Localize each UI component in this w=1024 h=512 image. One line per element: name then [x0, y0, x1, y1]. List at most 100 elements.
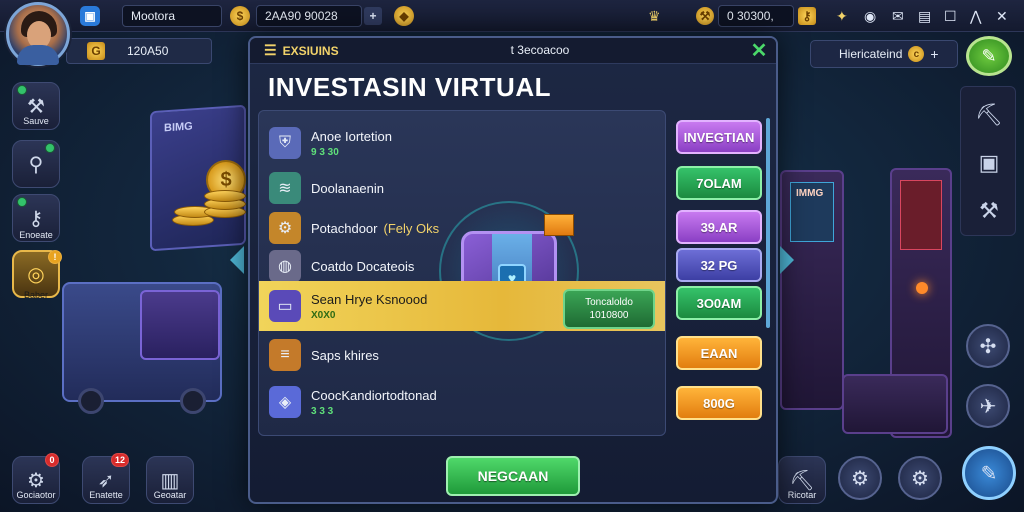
tab-sessions[interactable]: ☰ EXSIUINS [264, 42, 339, 59]
player-name: Mootora [122, 4, 222, 28]
trophy-button[interactable]: ♛ [648, 4, 664, 28]
list-item[interactable]: ≋ Doolanaenin [259, 171, 665, 205]
key-icon[interactable]: ⚷ [798, 7, 816, 25]
globe-icon: ◉ [864, 8, 877, 24]
window-icon: ▤ [918, 8, 932, 24]
gems-display: ⚒ 0 30300, ⚷ [696, 4, 816, 28]
key-icon: ⚷ [28, 207, 44, 230]
right-sidebar: ⛏ ▣ ⚒ [960, 86, 1016, 236]
server-label: IMMG [796, 188, 824, 199]
build-button[interactable]: ⚒ [969, 191, 1009, 231]
investment-modal: ☰ EXSIUINS t 3ecoacoo ✕ INVESTASIN VIRTU… [248, 36, 778, 504]
mining-button[interactable]: ⛏ [969, 95, 1009, 135]
item-value: 9 3 30 [311, 146, 339, 158]
price-button[interactable]: 7OLAM [676, 166, 762, 200]
gold-coin-icon: $ [230, 6, 250, 26]
status-dot [45, 143, 55, 153]
price-button[interactable]: 32 PG [676, 248, 762, 282]
player-avatar[interactable] [6, 2, 70, 66]
tools-button[interactable]: ⚙ [898, 456, 942, 500]
menu-icon: ☰ [264, 42, 277, 58]
main-action-button[interactable]: ✎ [962, 446, 1016, 500]
close-app-button[interactable]: ✕ [996, 4, 1012, 28]
globe-button[interactable]: ◉ [864, 4, 880, 28]
item-name: Potachdoor [311, 220, 378, 236]
pickaxe-icon: ⛏ [975, 102, 1003, 127]
hierarchy-label: Hiericateind [839, 47, 903, 61]
puzzle-button[interactable]: ✣ [966, 324, 1010, 368]
shield-icon: ⛨ [269, 127, 301, 159]
sidebar-label: Enoeate [19, 230, 53, 240]
mail-button[interactable]: ✉ [892, 4, 908, 28]
token-button[interactable]: ◆ [394, 4, 414, 28]
gift-icon: ✦ [836, 8, 848, 24]
status-dot [17, 85, 27, 95]
signal-button[interactable]: ⋀ [970, 4, 986, 28]
briefcase-button[interactable]: ▣ [969, 143, 1009, 183]
token-icon: ◆ [394, 6, 414, 26]
player-name-text: Mootora [131, 9, 176, 23]
mail-icon: ✉ [892, 8, 904, 24]
confirm-button[interactable]: NEGCAAN [446, 456, 580, 496]
tab-label: EXSIUINS [282, 43, 339, 58]
list-item[interactable]: ◍ Coatdo Docateois [259, 249, 665, 283]
level-display: G 120A50 [66, 38, 212, 64]
list-item-selected[interactable]: ▭ Sean Hrye Ksnoood X0X0 Toncaloldo 1010… [259, 281, 665, 331]
previous-arrow[interactable] [230, 246, 244, 274]
rocket-icon: ➶ [97, 469, 115, 492]
price-button[interactable]: 39.AR [676, 210, 762, 244]
profile-button[interactable]: ▣ [80, 4, 100, 28]
edit-button[interactable]: ✎ [966, 36, 1012, 76]
list-item[interactable]: ⛨ Anoe Iortetion 9 3 30 [259, 123, 665, 163]
cart-wheel [180, 388, 206, 414]
list-item[interactable]: ≡ Saps khires [259, 337, 665, 373]
settings-button[interactable]: ⚙ [838, 456, 882, 500]
button-line: Toncaloldo [585, 297, 633, 308]
server-red-screen [900, 180, 942, 250]
list-scrollbar[interactable] [766, 118, 770, 328]
sidebar-item-tools[interactable]: ⚲ [12, 140, 60, 188]
top-bar: ▣ Mootora $ 2AA90 90028 + ◆ ♛ ⚒ 0 30300,… [0, 0, 1024, 32]
shovel-icon: ⚲ [28, 153, 44, 176]
price-button[interactable]: 3O0AM [676, 286, 762, 320]
cube-icon: ◈ [269, 386, 301, 418]
bg-crate [140, 290, 220, 360]
gems-value: 0 30300, [727, 9, 774, 23]
window-icon: ☐ [944, 8, 957, 24]
invest-item-button[interactable]: Toncaloldo 1010800 [563, 289, 655, 329]
board-label: BIMG [164, 120, 193, 135]
notification-badge: 12 [111, 453, 130, 467]
gear-icon: ⚙ [911, 467, 929, 490]
price-button[interactable]: EAAN [676, 336, 762, 370]
stack-icon: ≋ [269, 172, 301, 204]
price-button[interactable]: 800G [676, 386, 762, 420]
window-button[interactable]: ▤ [918, 4, 934, 28]
item-name: Sean Hrye Ksnoood [311, 291, 428, 307]
square-profile-icon: ▣ [80, 6, 100, 26]
fighter-button[interactable]: ✈ [966, 384, 1010, 428]
gear-icon: ⚙ [851, 467, 869, 490]
maximize-button[interactable]: ☐ [944, 4, 960, 28]
wrench-icon: ⚒ [696, 7, 714, 25]
modal-subtitle: t 3ecoacoo [510, 43, 570, 57]
gear-icon: ⚙ [269, 212, 301, 244]
bottom-nav-label: Geoatar [153, 490, 187, 500]
price-button[interactable]: INVEGTIAN [676, 120, 762, 154]
gift-button[interactable]: ✦ [836, 4, 852, 28]
sidebar-label: Sauve [23, 116, 49, 126]
hierarchy-pill[interactable]: Hiericateind c + [810, 40, 958, 68]
jet-icon: ✈ [979, 395, 997, 418]
next-arrow[interactable] [780, 246, 794, 274]
wrench-icon: ⚒ [27, 95, 45, 118]
plus-icon[interactable]: + [930, 46, 946, 62]
close-icon: ✕ [996, 8, 1008, 24]
close-button[interactable]: ✕ [748, 40, 770, 62]
server-light [916, 282, 928, 294]
building-icon: ▥ [160, 469, 180, 492]
gear-icon: ⚙ [27, 469, 45, 492]
pickaxe-icon: ⛏ [789, 469, 815, 492]
list-item[interactable]: ◈ CoocKandiortodtonad 3 3 3 [259, 381, 665, 423]
list-item[interactable]: ⚙ Potachdoor (Fely Oks [259, 211, 665, 245]
item-name: CoocKandiortodtonad [311, 387, 437, 403]
add-currency-button[interactable]: + [364, 7, 382, 25]
